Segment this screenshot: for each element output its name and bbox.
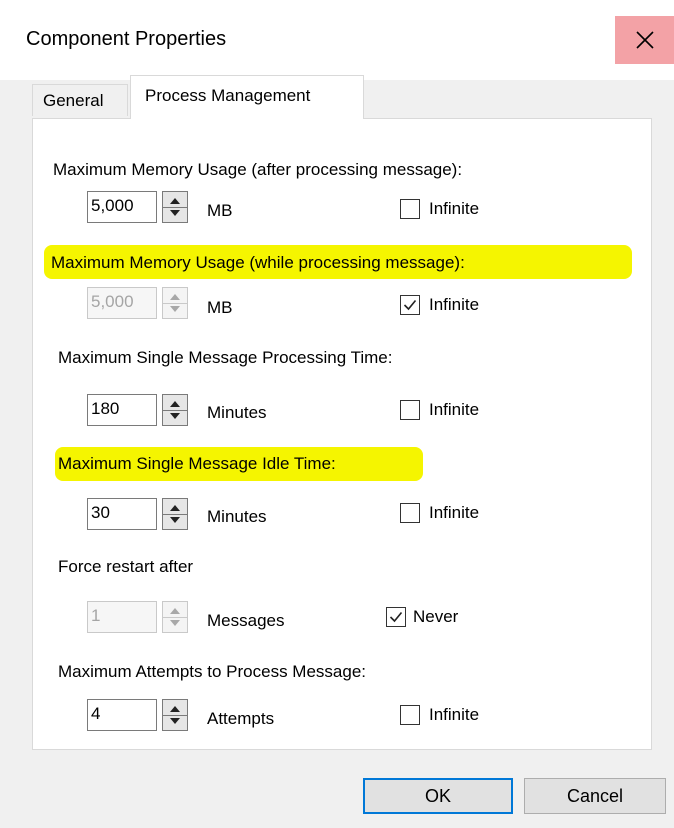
component-properties-dialog: Component Properties General Process Man… bbox=[0, 0, 674, 828]
spin-up-icon bbox=[170, 294, 180, 300]
ok-button[interactable]: OK bbox=[363, 778, 513, 814]
spin-up-icon bbox=[170, 198, 180, 204]
mem-while-unit: MB bbox=[207, 298, 233, 317]
spin-up-icon bbox=[170, 706, 180, 712]
proc-time-spinner[interactable] bbox=[162, 394, 188, 426]
mem-after-spinner[interactable] bbox=[162, 191, 188, 223]
close-button[interactable] bbox=[615, 16, 674, 64]
force-restart-unit: Messages bbox=[207, 611, 285, 630]
mem-while-spinner[interactable] bbox=[162, 287, 188, 319]
proc-time-input[interactable]: 180 bbox=[87, 394, 157, 426]
cancel-button[interactable]: Cancel bbox=[524, 778, 666, 814]
tab-process-management[interactable]: Process Management bbox=[130, 75, 364, 119]
spin-down-icon bbox=[170, 718, 180, 724]
idle-time-infinite-label: Infinite bbox=[429, 503, 480, 522]
spin-down-icon bbox=[170, 413, 180, 419]
mem-while-label: Maximum Memory Usage (while processing m… bbox=[51, 253, 465, 272]
force-restart-input[interactable]: 1 bbox=[87, 601, 157, 633]
mem-after-unit: MB bbox=[207, 201, 233, 220]
mem-while-infinite-checkbox[interactable] bbox=[400, 295, 420, 315]
force-restart-label: Force restart after bbox=[58, 557, 194, 576]
force-restart-spinner[interactable] bbox=[162, 601, 188, 633]
mem-while-infinite-label: Infinite bbox=[429, 295, 480, 314]
attempts-infinite-label: Infinite bbox=[429, 705, 480, 724]
spin-up-icon bbox=[170, 505, 180, 511]
checkmark-icon bbox=[403, 299, 417, 311]
attempts-input[interactable]: 4 bbox=[87, 699, 157, 731]
spin-up-icon bbox=[170, 401, 180, 407]
spin-down-icon bbox=[170, 620, 180, 626]
idle-time-label: Maximum Single Message Idle Time: bbox=[58, 454, 336, 473]
mem-after-infinite-label: Infinite bbox=[429, 199, 480, 218]
close-icon bbox=[635, 31, 654, 49]
proc-time-infinite-checkbox[interactable] bbox=[400, 400, 420, 420]
force-restart-never-checkbox[interactable] bbox=[386, 607, 406, 627]
attempts-spinner[interactable] bbox=[162, 699, 188, 731]
idle-time-infinite-checkbox[interactable] bbox=[400, 503, 420, 523]
attempts-infinite-checkbox[interactable] bbox=[400, 705, 420, 725]
proc-time-label: Maximum Single Message Processing Time: bbox=[58, 348, 393, 367]
idle-time-spinner[interactable] bbox=[162, 498, 188, 530]
mem-while-input[interactable]: 5,000 bbox=[87, 287, 157, 319]
force-restart-never-label: Never bbox=[413, 607, 459, 626]
tab-general[interactable]: General bbox=[32, 84, 128, 116]
tab-process-management-label: Process Management bbox=[145, 86, 311, 105]
mem-after-input[interactable]: 5,000 bbox=[87, 191, 157, 223]
mem-after-infinite-checkbox[interactable] bbox=[400, 199, 420, 219]
attempts-label: Maximum Attempts to Process Message: bbox=[58, 662, 366, 681]
spin-down-icon bbox=[170, 306, 180, 312]
spin-down-icon bbox=[170, 517, 180, 523]
attempts-unit: Attempts bbox=[207, 709, 275, 728]
title-bar: Component Properties bbox=[0, 0, 674, 80]
proc-time-unit: Minutes bbox=[207, 403, 267, 422]
tab-general-label: General bbox=[43, 91, 104, 110]
idle-time-input[interactable]: 30 bbox=[87, 498, 157, 530]
window-title: Component Properties bbox=[26, 28, 227, 50]
idle-time-unit: Minutes bbox=[207, 507, 267, 526]
spin-up-icon bbox=[170, 608, 180, 614]
checkmark-icon bbox=[389, 611, 403, 623]
spin-down-icon bbox=[170, 210, 180, 216]
proc-time-infinite-label: Infinite bbox=[429, 400, 480, 419]
mem-after-label: Maximum Memory Usage (after processing m… bbox=[53, 160, 463, 179]
